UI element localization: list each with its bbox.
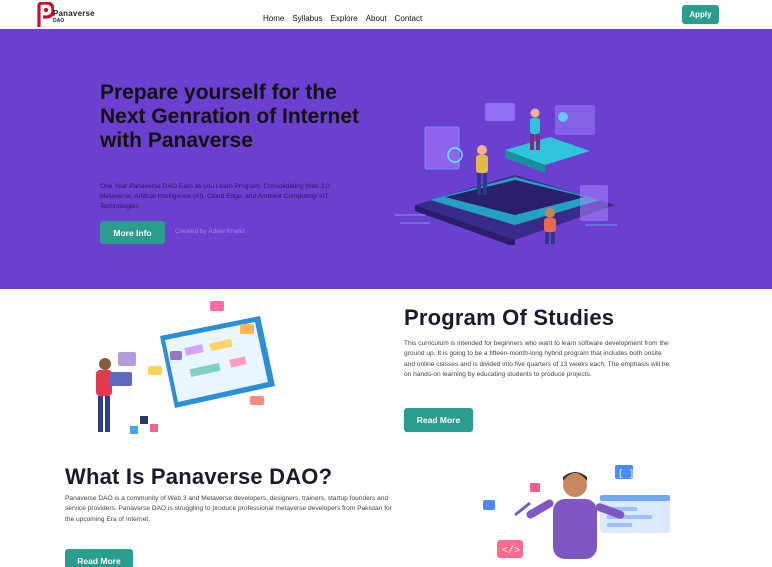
hero-title: Prepare yourself for the Next Genration … bbox=[100, 81, 360, 152]
nav-link-syllabus[interactable]: Syllabus bbox=[292, 14, 322, 23]
logo-subtext: DAO bbox=[53, 18, 65, 24]
metaverse-illustration bbox=[395, 103, 617, 245]
nav-link-explore[interactable]: Explore bbox=[331, 14, 358, 23]
nav-links: Home Syllabus Explore About Contact bbox=[263, 14, 430, 23]
svg-text:[ ]: [ ] bbox=[618, 469, 634, 479]
top-navbar: Panaverse DAO Home Syllabus Explore Abou… bbox=[0, 0, 772, 29]
what-is-title: What Is Panaverse DAO? bbox=[65, 464, 333, 489]
nav-link-home[interactable]: Home bbox=[263, 14, 284, 23]
panaverse-logo[interactable]: Panaverse DAO bbox=[36, 2, 96, 28]
svg-text:</>: </> bbox=[502, 545, 520, 557]
nav-link-contact[interactable]: Contact bbox=[395, 14, 423, 23]
nav-link-about[interactable]: About bbox=[366, 14, 387, 23]
what-is-read-more-button[interactable]: Read More bbox=[65, 549, 133, 567]
hero-credit: Created by Adeel Khalid bbox=[175, 228, 245, 235]
developer-illustration bbox=[96, 301, 275, 434]
program-description: This curriculum is intended for beginner… bbox=[404, 340, 670, 379]
program-read-more-button[interactable]: Read More bbox=[404, 408, 473, 432]
coder-illustration: </> [ ] bbox=[483, 465, 670, 559]
more-info-button[interactable]: More Info bbox=[100, 221, 165, 244]
hero-section: Prepare yourself for the Next Genration … bbox=[0, 29, 772, 289]
hero-description: One Year Panaverse DAO Earn as you Learn… bbox=[100, 183, 330, 210]
logo-text: Panaverse bbox=[53, 9, 95, 18]
apply-button[interactable]: Apply bbox=[682, 5, 719, 24]
panaverse-p-logo-icon bbox=[37, 2, 54, 27]
what-is-description: Panaverse DAO is a community of Web 3 an… bbox=[65, 495, 392, 523]
program-title: Program Of Studies bbox=[404, 305, 615, 330]
